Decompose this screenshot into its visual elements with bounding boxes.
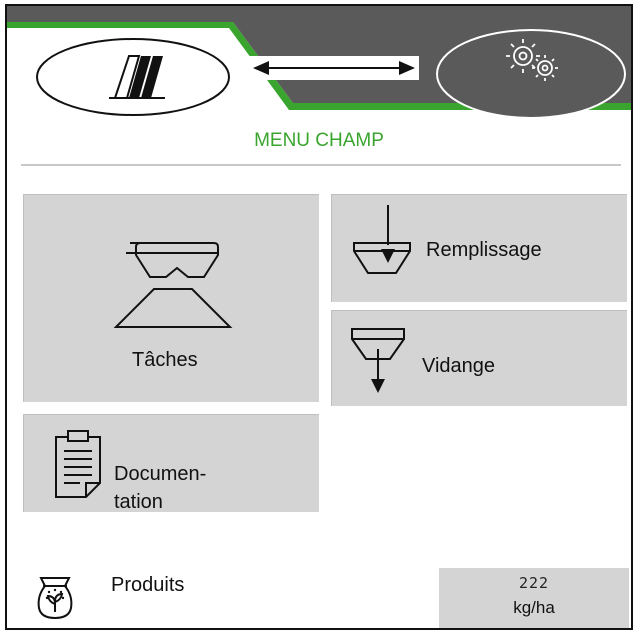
hopper-empty-icon <box>351 328 405 393</box>
products-label: Produits <box>111 574 185 596</box>
hopper-fill-icon <box>353 205 411 274</box>
vidange-label: Vidange <box>422 355 496 377</box>
documentation-label-line2: tation <box>114 491 163 513</box>
spreader-icon <box>113 242 233 328</box>
rate-unit: kg/ha <box>513 598 555 617</box>
taches-button[interactable]: Tâches <box>23 194 319 402</box>
vidange-button[interactable]: Vidange <box>331 310 627 406</box>
settings-tab[interactable] <box>431 26 631 126</box>
application-rate-display[interactable]: 222 kg/ha <box>439 568 629 628</box>
documentation-label-line1: Documen- <box>114 463 207 485</box>
clipboard-icon <box>55 430 101 498</box>
divider <box>21 164 621 166</box>
double-arrow-icon[interactable] <box>249 56 419 80</box>
rate-value: 222 <box>518 574 550 592</box>
documentation-button[interactable]: Documen- tation <box>23 414 319 513</box>
remplissage-button[interactable]: Remplissage <box>331 194 627 302</box>
field-menu-screen: MENU CHAMP Tâches Remplissage Vidange Do… <box>5 4 633 630</box>
taches-label: Tâches <box>132 349 198 371</box>
menu-title: MENU CHAMP <box>254 130 384 151</box>
field-pattern-icon <box>109 55 165 99</box>
field-tab[interactable] <box>33 36 233 118</box>
gears-icon <box>506 39 558 81</box>
seed-bag-icon <box>37 577 73 620</box>
remplissage-label: Remplissage <box>426 239 542 261</box>
